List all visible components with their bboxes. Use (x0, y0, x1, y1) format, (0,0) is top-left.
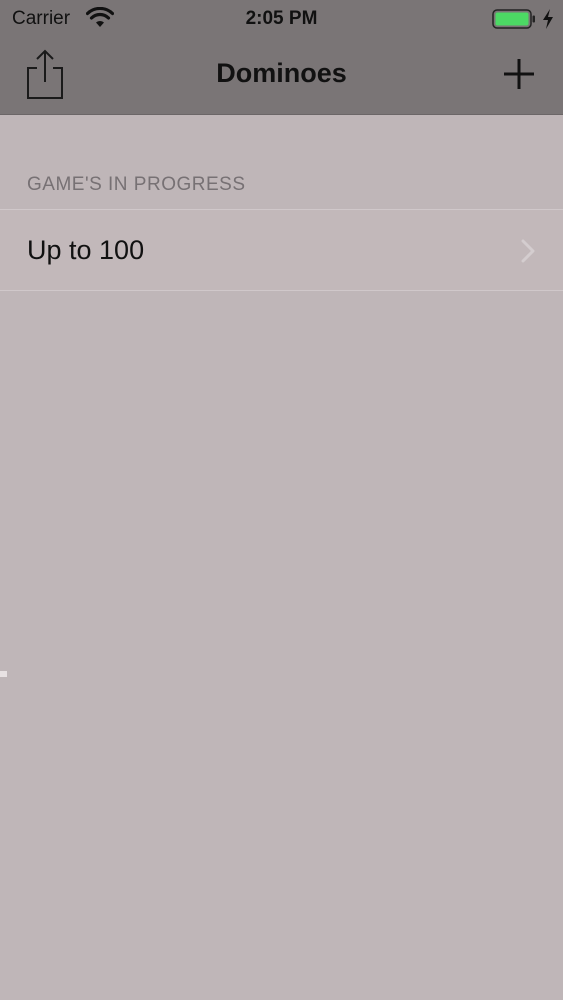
status-bar: Carrier 2:05 PM (0, 0, 563, 38)
section-header: GAME'S IN PROGRESS (27, 174, 246, 195)
table-row[interactable]: Up to 100 (0, 209, 563, 291)
battery-icon (492, 9, 535, 29)
bolt-icon (543, 9, 553, 29)
navigation-bar: Dominoes (0, 38, 563, 115)
edge-swipe-indicator (0, 671, 7, 677)
page-title: Dominoes (216, 58, 347, 88)
chevron-right-icon (521, 239, 535, 263)
plus-icon[interactable] (496, 52, 542, 98)
status-time: 2:05 PM (245, 8, 318, 29)
game-title: Up to 100 (27, 235, 145, 265)
